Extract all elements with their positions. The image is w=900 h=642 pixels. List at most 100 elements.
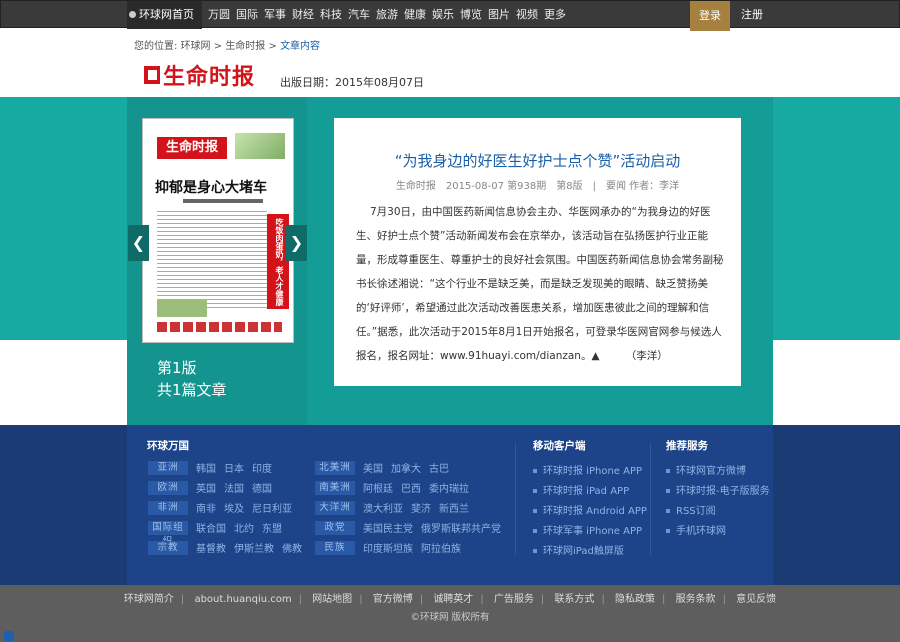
newspaper-page-thumbnail[interactable]: 生命时报 抑郁是身心大堵车 吃饭肉蛋奶，老人才健康	[142, 118, 294, 343]
next-page-button[interactable]: ❯	[286, 225, 307, 261]
region-row: 欧洲 英国 法国 德国	[148, 480, 280, 495]
country-link[interactable]: 伊斯兰教	[234, 540, 274, 555]
footer-link[interactable]: 网站地图	[312, 594, 352, 605]
more-menu[interactable]: 更多	[541, 1, 569, 29]
region-tag[interactable]: 宗教	[148, 540, 188, 555]
country-link[interactable]: 南非	[196, 500, 216, 515]
mobile-app-link[interactable]: 环球时报 Android APP	[533, 502, 647, 517]
footer-link[interactable]: 意见反馈	[736, 594, 776, 605]
country-link[interactable]: 德国	[252, 480, 272, 495]
world-section-title: 环球万国	[147, 440, 189, 452]
bullet-icon	[533, 509, 537, 513]
rss-icon	[666, 509, 670, 513]
country-link[interactable]: 加拿大	[391, 460, 421, 475]
paper-masthead: 生命时报	[157, 137, 227, 159]
country-link[interactable]: 巴西	[401, 480, 421, 495]
corner-badge-icon	[4, 631, 14, 641]
country-link[interactable]: 北约	[234, 520, 254, 535]
mobile-app-link[interactable]: 环球网iPad触屏版	[533, 542, 624, 557]
country-link[interactable]: 佛教	[282, 540, 302, 555]
country-link[interactable]: 印度	[252, 460, 272, 475]
site-logo[interactable]: 生命时报	[144, 60, 255, 90]
nav-link[interactable]: 娱乐	[429, 1, 457, 29]
country-link[interactable]: 联合国	[196, 520, 226, 535]
mobile-app-link[interactable]: 环球军事 iPhone APP	[533, 522, 642, 537]
rss-link[interactable]: RSS订阅	[666, 502, 716, 517]
recommend-link[interactable]: 环球时报-电子版服务	[666, 482, 770, 497]
nav-link[interactable]: 旅游	[373, 1, 401, 29]
country-link[interactable]: 俄罗斯联邦共产党	[421, 520, 501, 535]
article-body: 7月30日，由中国医药新闻信息协会主办、华医网承办的“为我身边的好医生、好护士点…	[356, 206, 724, 362]
article-title: “为我身边的好医生好护士点个赞”活动启动	[394, 152, 681, 170]
region-tag[interactable]: 民族	[315, 540, 355, 555]
login-button[interactable]: 登录	[690, 1, 730, 31]
edition-page: 第1版	[157, 359, 197, 377]
country-link[interactable]: 委内瑞拉	[429, 480, 469, 495]
country-link[interactable]: 尼日利亚	[252, 500, 292, 515]
nav-link[interactable]: 国际	[233, 1, 261, 29]
country-link[interactable]: 英国	[196, 480, 216, 495]
region-tag[interactable]: 欧洲	[148, 480, 188, 495]
country-link[interactable]: 东盟	[262, 520, 282, 535]
region-row: 民族 印度斯坦族 阿拉伯族	[315, 540, 469, 555]
country-link[interactable]: 印度斯坦族	[363, 540, 413, 555]
footer-link[interactable]: 官方微博	[373, 594, 413, 605]
region-tag[interactable]: 南美洲	[315, 480, 355, 495]
footer-link[interactable]: 环球网简介	[124, 594, 174, 605]
nav-link[interactable]: 军事	[261, 1, 289, 29]
footer-link[interactable]: 广告服务	[494, 594, 534, 605]
recommend-link[interactable]: 手机环球网	[666, 522, 726, 537]
recommend-section-title: 推荐服务	[666, 440, 708, 452]
nav-link[interactable]: 博览	[457, 1, 485, 29]
nav-link[interactable]: 财经	[289, 1, 317, 29]
paper-headline: 抑郁是身心大堵车	[155, 180, 267, 196]
footer-link[interactable]: 隐私政策	[615, 594, 655, 605]
prev-page-button[interactable]: ❮	[128, 225, 149, 261]
country-link[interactable]: 阿根廷	[363, 480, 393, 495]
footer-link[interactable]: about.huanqiu.com	[194, 594, 291, 605]
country-link[interactable]: 澳大利亚	[363, 500, 403, 515]
site-footer: 环球网简介 | about.huanqiu.com | 网站地图 | 官方微博 | 诚聘…	[0, 585, 900, 642]
mobile-app-link[interactable]: 环球时报 iPhone APP	[533, 462, 642, 477]
publish-date: 出版日期：2015年08月07日	[280, 76, 424, 89]
country-link[interactable]: 法国	[224, 480, 244, 495]
nav-link[interactable]: 万圆	[205, 1, 233, 29]
country-link[interactable]: 美国	[363, 460, 383, 475]
breadcrumb-link[interactable]: 生命时报	[225, 41, 265, 52]
region-tag[interactable]: 国际组织	[148, 520, 188, 547]
recommend-link[interactable]: 环球网官方微博	[666, 462, 746, 477]
bullet-icon	[666, 489, 670, 493]
region-row: 大洋洲 澳大利亚 斐济 新西兰	[315, 500, 477, 515]
country-link[interactable]: 古巴	[429, 460, 449, 475]
region-tag[interactable]: 政党	[315, 520, 355, 535]
footer-links: 环球网简介 | about.huanqiu.com | 网站地图 | 官方微博 | 诚聘…	[123, 594, 777, 605]
nav-link[interactable]: 汽车	[345, 1, 373, 29]
footer-link[interactable]: 服务条款	[676, 594, 716, 605]
region-row: 亚洲 韩国 日本 印度	[148, 460, 280, 475]
logo-mark-icon	[144, 66, 160, 84]
country-link[interactable]: 韩国	[196, 460, 216, 475]
nav-link[interactable]: 图片	[485, 1, 513, 29]
country-link[interactable]: 斐济	[411, 500, 431, 515]
country-link[interactable]: 阿拉伯族	[421, 540, 461, 555]
region-tag[interactable]: 亚洲	[148, 460, 188, 475]
region-tag[interactable]: 大洋洲	[315, 500, 355, 515]
nav-link[interactable]: 视频	[513, 1, 541, 29]
breadcrumb-link[interactable]: 环球网	[181, 41, 211, 52]
region-tag[interactable]: 非洲	[148, 500, 188, 515]
mobile-app-link[interactable]: 环球时报 iPad APP	[533, 482, 629, 497]
country-link[interactable]: 新西兰	[439, 500, 469, 515]
home-link[interactable]: 环球网首页	[127, 1, 202, 29]
country-link[interactable]: 日本	[224, 460, 244, 475]
nav-link[interactable]: 健康	[401, 1, 429, 29]
register-button[interactable]: 注册	[737, 1, 767, 29]
nav-link[interactable]: 科技	[317, 1, 345, 29]
country-link[interactable]: 美国民主党	[363, 520, 413, 535]
country-link[interactable]: 埃及	[224, 500, 244, 515]
footer-link[interactable]: 联系方式	[554, 594, 594, 605]
footer-link[interactable]: 诚聘英才	[433, 594, 473, 605]
article-meta: 生命时报 2015-08-07 第938期 第8版 | 要闻 作者：李洋	[395, 181, 680, 192]
region-tag[interactable]: 北美洲	[315, 460, 355, 475]
region-row: 北美洲 美国 加拿大 古巴	[315, 460, 457, 475]
country-link[interactable]: 基督教	[196, 540, 226, 555]
